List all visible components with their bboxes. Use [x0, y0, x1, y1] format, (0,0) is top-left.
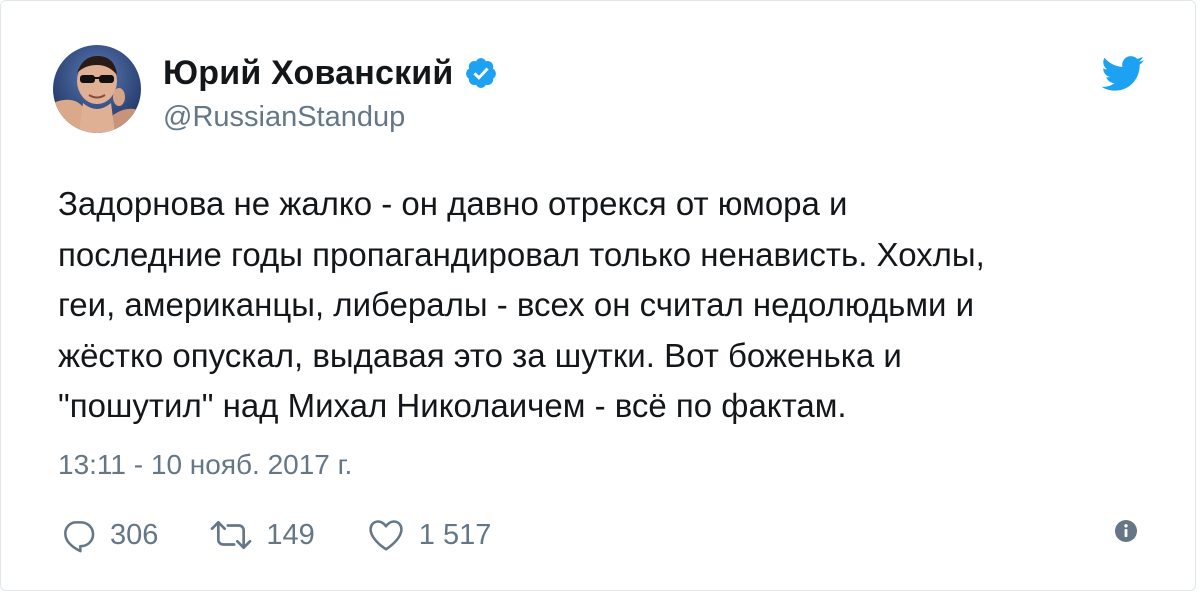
like-button[interactable]: 1 517 [365, 516, 492, 554]
tweet-text-line: Задорнова не жалко - он давно отрекся от… [58, 185, 848, 222]
reply-count: 306 [110, 518, 159, 551]
tweet-actions: 306 149 1 517 [58, 513, 541, 557]
tweet-timestamp[interactable]: 13:11 - 10 нояб. 2017 г. [58, 449, 352, 481]
user-handle[interactable]: @RussianStandup [163, 101, 405, 134]
twitter-bird-icon[interactable] [1101, 56, 1145, 92]
verified-badge-icon [465, 58, 496, 88]
retweet-button[interactable]: 149 [208, 516, 315, 554]
tweet-card: Юрий Хованский @RussianStandup Задорнова… [0, 0, 1196, 591]
tweet-text: Задорнова не жалко - он давно отрекся от… [58, 179, 1168, 432]
tweet-text-line: последние годы пропагандировал только не… [58, 235, 985, 273]
tweet-text-line: "пошутил" над Михал Николаичем - всё по … [58, 387, 847, 424]
heart-icon [369, 520, 403, 551]
avatar-photo [53, 45, 141, 133]
retweet-icon [211, 520, 252, 550]
retweet-count: 149 [266, 518, 315, 551]
display-name[interactable]: Юрий Хованский [163, 54, 454, 93]
like-count: 1 517 [418, 518, 492, 551]
avatar[interactable] [53, 45, 141, 133]
info-icon[interactable] [1114, 519, 1138, 543]
reply-button[interactable]: 306 [58, 516, 158, 554]
reply-icon [64, 521, 95, 553]
tweet-text-line: геи, американцы, либералы - всех он счит… [58, 286, 975, 323]
tweet-text-line: жёстко опускал, выдавая это за шутки. Во… [58, 336, 902, 374]
